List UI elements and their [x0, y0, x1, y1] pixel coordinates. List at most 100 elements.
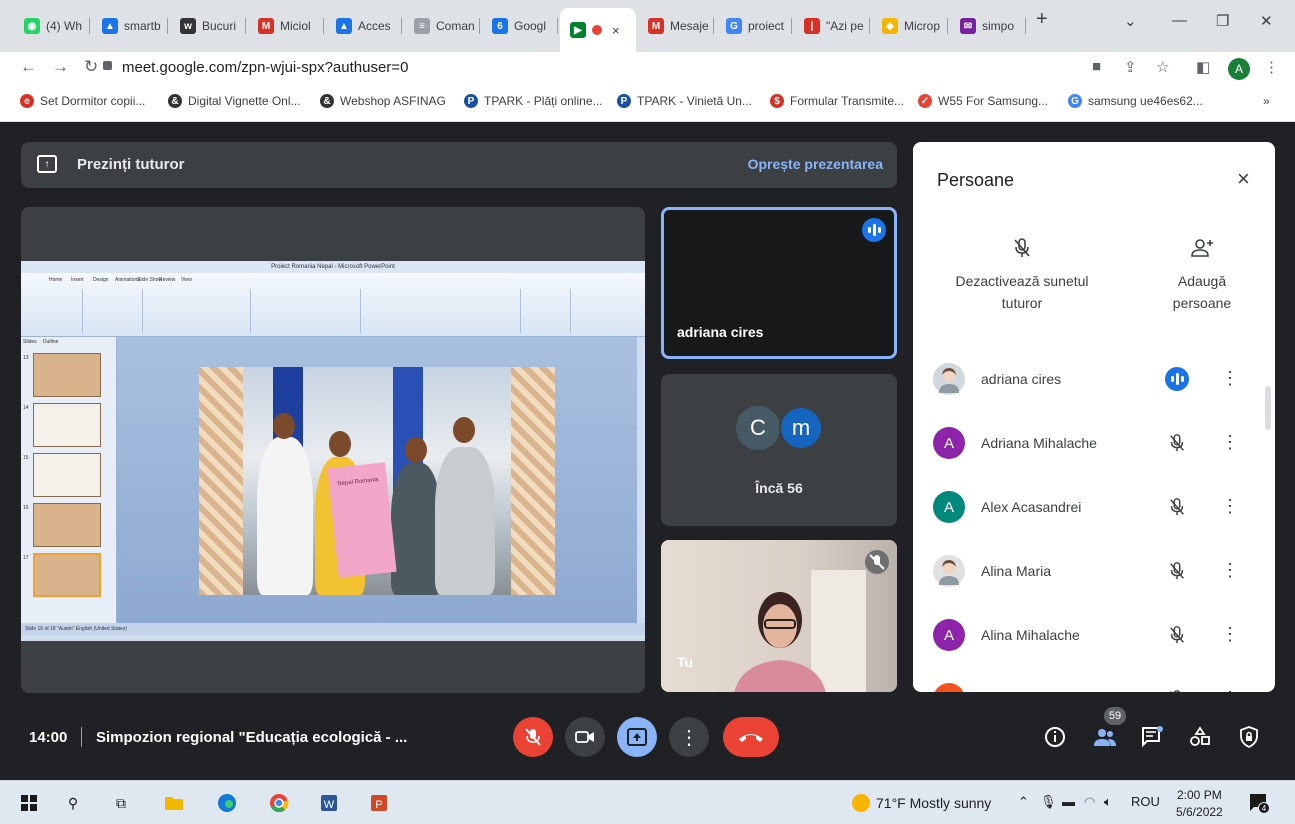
- show-hidden-icons-icon[interactable]: ⌃: [1018, 794, 1029, 810]
- bookmark-item[interactable]: Gsamsung ue46es62...: [1068, 94, 1203, 108]
- browser-tab[interactable]: 6 Googl: [482, 8, 558, 44]
- browser-tab[interactable]: ✉ simpo: [950, 8, 1026, 44]
- share-icon[interactable]: ⇪: [1124, 58, 1137, 76]
- windows-start-icon[interactable]: [18, 792, 40, 814]
- present-screen-icon: [627, 728, 647, 746]
- reload-icon[interactable]: ↻: [84, 57, 98, 77]
- browser-tab[interactable]: M Mesaje: [638, 8, 714, 44]
- tab-meet-active[interactable]: ▶ ×: [560, 8, 636, 52]
- slide-border-left: [199, 367, 243, 595]
- browser-tab[interactable]: w Bucuri: [170, 8, 246, 44]
- more-participants-tile[interactable]: C m Încă 56: [661, 374, 897, 526]
- browser-tab[interactable]: ◉ (4) Wh: [14, 8, 90, 44]
- side-panel-icon[interactable]: ◧: [1196, 58, 1210, 76]
- browser-tab[interactable]: ≡ Coman: [404, 8, 480, 44]
- close-tab-icon[interactable]: ×: [612, 23, 620, 38]
- participant-more-icon[interactable]: ⋮: [1221, 561, 1239, 579]
- activities-button[interactable]: [1188, 724, 1212, 750]
- participant-row[interactable]: A Adriana Mihalache ⋮: [913, 411, 1275, 475]
- bookmark-favicon-icon: G: [1068, 94, 1082, 108]
- chat-button[interactable]: [1140, 724, 1164, 750]
- close-panel-icon[interactable]: ×: [1237, 166, 1250, 192]
- participant-mic-off-icon[interactable]: [1167, 561, 1187, 581]
- participant-tile-speaker[interactable]: adriana cires: [661, 207, 897, 359]
- browser-tab[interactable]: | "Azi pe: [794, 8, 870, 44]
- toggle-mic-button[interactable]: [513, 717, 553, 757]
- participant-row[interactable]: A Alex Acasandrei ⋮: [913, 475, 1275, 539]
- file-explorer-icon[interactable]: [163, 792, 185, 814]
- participant-row[interactable]: A Alina Mihalache ⋮: [913, 603, 1275, 667]
- more-options-button[interactable]: ⋮: [669, 717, 709, 757]
- host-controls-button[interactable]: [1237, 724, 1261, 750]
- volume-icon[interactable]: 🔈︎: [1104, 794, 1112, 810]
- input-language[interactable]: ROU: [1131, 794, 1160, 809]
- notification-center-icon[interactable]: 4: [1248, 792, 1270, 814]
- browser-tab[interactable]: M Miciol: [248, 8, 324, 44]
- search-icon[interactable]: ⚲: [62, 792, 84, 814]
- participant-avatar: A: [933, 491, 965, 523]
- bookmark-item[interactable]: & Webshop ASFINAG: [320, 94, 446, 108]
- mute-all-button[interactable]: Dezactivează sunetul tuturor: [932, 232, 1112, 314]
- info-icon: [1045, 727, 1065, 747]
- forward-icon[interactable]: →: [52, 57, 69, 77]
- minimize-icon[interactable]: —: [1172, 12, 1187, 29]
- participant-more-icon[interactable]: ⋮: [1221, 433, 1239, 451]
- system-clock[interactable]: 2:00 PM 5/6/2022: [1176, 787, 1223, 821]
- participant-mic-off-icon[interactable]: [1167, 497, 1187, 517]
- browser-tab[interactable]: ▲ smartb: [92, 8, 168, 44]
- bookmark-star-icon[interactable]: ☆: [1156, 58, 1169, 76]
- participant-more-icon[interactable]: ⋮: [1221, 497, 1239, 515]
- self-view-tile[interactable]: Tu: [661, 540, 897, 692]
- browser-tab[interactable]: ◆ Microp: [872, 8, 948, 44]
- participant-row[interactable]: adriana cires ⋮: [913, 347, 1275, 411]
- ppt-slide-thumbnails: Slides Outline 13 14 15 16 17: [21, 337, 117, 623]
- bookmark-item[interactable]: e Set Dormitor copii...: [20, 94, 145, 108]
- people-button[interactable]: [1093, 724, 1117, 750]
- new-tab-button[interactable]: +: [1036, 8, 1048, 31]
- battery-icon[interactable]: ▬: [1062, 794, 1075, 809]
- task-view-icon[interactable]: ⧉: [110, 792, 132, 814]
- edge-icon[interactable]: [216, 792, 238, 814]
- participant-list-scrollbar[interactable]: [1265, 386, 1271, 430]
- browser-tab[interactable]: Gproiect: [716, 8, 792, 44]
- bookmark-item[interactable]: & Digital Vignette Onl...: [168, 94, 301, 108]
- meeting-details-button[interactable]: [1043, 724, 1067, 750]
- close-window-icon[interactable]: ✕: [1260, 12, 1273, 30]
- toggle-camera-button[interactable]: [565, 717, 605, 757]
- bookmark-item[interactable]: ✓ W55 For Samsung...: [918, 94, 1048, 108]
- participant-more-icon[interactable]: ⋮: [1221, 625, 1239, 643]
- tab-search-icon[interactable]: ⌄: [1124, 12, 1137, 30]
- chrome-icon[interactable]: [268, 792, 290, 814]
- browser-menu-icon[interactable]: ⋮: [1264, 58, 1279, 76]
- leave-call-button[interactable]: [723, 717, 779, 757]
- tab-label: Bucuri: [202, 19, 237, 33]
- participant-mic-off-icon[interactable]: [1167, 433, 1187, 453]
- restore-icon[interactable]: ❐: [1216, 12, 1229, 30]
- bookmark-item[interactable]: P TPARK - Plăți online...: [464, 94, 603, 108]
- bookmarks-more-icon[interactable]: »: [1263, 94, 1270, 108]
- profile-avatar[interactable]: A: [1228, 58, 1250, 80]
- participant-row[interactable]: A Alina Negutu ⋮: [913, 667, 1275, 692]
- participant-mic-off-icon[interactable]: [1167, 689, 1187, 692]
- slide-thumbnail-selected: [33, 553, 101, 597]
- word-icon[interactable]: W: [318, 792, 340, 814]
- powerpoint-icon[interactable]: P: [368, 792, 390, 814]
- ppt-paragraph-group: [251, 289, 361, 333]
- participant-mic-off-icon[interactable]: [1167, 625, 1187, 645]
- wifi-icon[interactable]: ◠: [1084, 794, 1095, 810]
- browser-tab[interactable]: ▲ Acces: [326, 8, 402, 44]
- camera-in-use-icon[interactable]: ■: [1092, 58, 1101, 75]
- participant-row[interactable]: Alina Maria ⋮: [913, 539, 1275, 603]
- participant-more-icon[interactable]: ⋮: [1221, 369, 1239, 387]
- stop-presenting-button[interactable]: Oprește prezentarea: [748, 156, 883, 172]
- bookmark-item[interactable]: $ Formular Transmite...: [770, 94, 904, 108]
- bookmark-item[interactable]: P TPARK - Vinietă Un...: [617, 94, 752, 108]
- present-now-button[interactable]: [617, 717, 657, 757]
- url-field[interactable]: meet.google.com/zpn-wjui-spx?authuser=0: [122, 59, 408, 76]
- weather-widget[interactable]: 71°F Mostly sunny: [852, 794, 991, 812]
- microphone-tray-icon[interactable]: 🎙︎: [1040, 794, 1057, 810]
- participant-more-icon[interactable]: ⋮: [1221, 689, 1239, 692]
- tab-favicon-icon: ▲: [102, 18, 118, 34]
- add-people-button[interactable]: Adaugă persoane: [1129, 232, 1275, 314]
- back-icon[interactable]: ←: [20, 57, 37, 77]
